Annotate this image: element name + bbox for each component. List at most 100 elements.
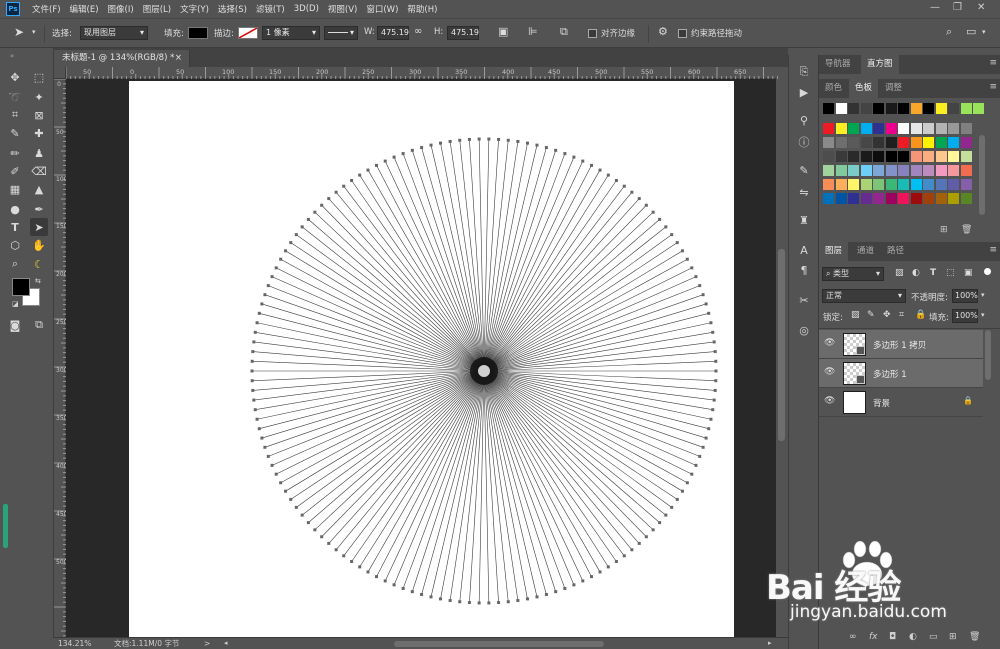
new-swatch-icon[interactable]: ⊞ xyxy=(940,225,948,235)
color-swatch[interactable] xyxy=(860,151,872,162)
clone-source-icon[interactable]: ♜ xyxy=(795,211,813,229)
color-swatch[interactable] xyxy=(898,193,909,204)
layer-name[interactable]: 背景 xyxy=(873,397,890,409)
color-swatch[interactable] xyxy=(935,137,947,148)
color-swatch[interactable] xyxy=(823,103,834,114)
color-swatch[interactable] xyxy=(885,193,897,204)
color-swatch[interactable] xyxy=(848,123,859,134)
color-swatch[interactable] xyxy=(898,179,909,190)
color-swatch[interactable] xyxy=(835,103,847,114)
banana-icon[interactable]: ☾ xyxy=(30,255,48,273)
menu-type[interactable]: 文字(Y) xyxy=(180,3,209,15)
color-swatch[interactable] xyxy=(860,179,872,190)
menu-select[interactable]: 选择(S) xyxy=(218,3,247,15)
color-swatch[interactable] xyxy=(860,103,872,114)
path-arrangement-icon[interactable]: ⧉ xyxy=(560,25,568,39)
color-swatch[interactable] xyxy=(848,151,859,162)
document-canvas[interactable] xyxy=(129,81,734,637)
search-icon[interactable]: ⌕ xyxy=(946,25,952,39)
filter-pixel-icon[interactable]: ▨ xyxy=(895,268,904,278)
color-swatch[interactable] xyxy=(923,137,934,148)
color-swatch[interactable] xyxy=(860,137,872,148)
color-swatch[interactable] xyxy=(948,165,959,176)
color-swatch[interactable] xyxy=(923,193,934,204)
color-swatch[interactable] xyxy=(973,103,984,114)
chevron-down-icon[interactable]: ▾ xyxy=(982,28,986,36)
quick-mask-icon[interactable]: ◙ xyxy=(6,316,24,334)
color-swatch[interactable] xyxy=(960,179,972,190)
layers-scrollbar[interactable] xyxy=(985,330,991,380)
color-swatch[interactable] xyxy=(935,193,947,204)
color-swatch[interactable] xyxy=(873,123,884,134)
filter-type-icon[interactable]: T xyxy=(930,268,936,278)
constrain-path-checkbox[interactable] xyxy=(678,29,687,38)
color-swatch[interactable] xyxy=(910,123,922,134)
color-swatch[interactable] xyxy=(873,137,884,148)
scrollbar-thumb[interactable] xyxy=(778,249,785,441)
dodge-tool-icon[interactable]: ● xyxy=(6,200,24,218)
color-swatch[interactable] xyxy=(835,165,847,176)
chevron-down-icon[interactable]: ▾ xyxy=(981,291,985,299)
collapse-toolbox-icon[interactable]: » xyxy=(10,52,14,60)
zoom-level[interactable]: 134.21% xyxy=(58,638,91,649)
close-tab-icon[interactable]: × xyxy=(175,50,182,67)
eye-icon[interactable]: 👁 xyxy=(824,396,835,406)
color-swatch[interactable] xyxy=(935,151,947,162)
gradient-tool-icon[interactable]: ▦ xyxy=(6,180,24,198)
scroll-left-icon[interactable]: ◂ xyxy=(224,638,228,649)
brush-presets-icon[interactable]: ⇋ xyxy=(795,183,813,201)
tab-navigator[interactable]: 导航器 xyxy=(819,55,857,74)
blend-mode-dropdown[interactable]: 正常 ▾ xyxy=(822,289,906,303)
stroke-width-field[interactable]: 1 像素 ▾ xyxy=(262,26,320,40)
color-swatch[interactable] xyxy=(910,193,922,204)
chevron-down-icon[interactable]: ▾ xyxy=(981,311,985,319)
healing-brush-icon[interactable]: ✚ xyxy=(30,124,48,142)
paragraph-icon[interactable]: ¶ xyxy=(795,261,813,279)
history-icon[interactable]: ⎘ xyxy=(795,63,813,81)
color-swatch[interactable] xyxy=(823,123,834,134)
lock-position-icon[interactable]: ✥ xyxy=(883,310,891,320)
color-swatch[interactable] xyxy=(848,179,859,190)
color-swatch[interactable] xyxy=(935,179,947,190)
move-tool-icon[interactable]: ✥ xyxy=(6,68,24,86)
color-swatch[interactable] xyxy=(848,165,859,176)
color-swatch[interactable] xyxy=(948,137,959,148)
minimize-button[interactable]: — xyxy=(930,2,940,13)
screen-mode-icon[interactable]: ⧉ xyxy=(30,316,48,334)
blur-tool-icon[interactable]: ▲ xyxy=(30,180,48,198)
height-field[interactable]: 475.19 xyxy=(447,26,479,40)
color-swatch[interactable] xyxy=(823,151,834,162)
color-swatch[interactable] xyxy=(898,137,909,148)
color-swatch[interactable] xyxy=(960,151,972,162)
color-swatch[interactable] xyxy=(898,165,909,176)
menu-3d[interactable]: 3D(D) xyxy=(294,4,319,14)
color-swatch[interactable] xyxy=(873,165,884,176)
color-swatch[interactable] xyxy=(923,103,934,114)
color-swatch[interactable] xyxy=(873,193,884,204)
menu-help[interactable]: 帮助(H) xyxy=(407,3,437,15)
color-swatch[interactable] xyxy=(935,123,947,134)
tab-paths[interactable]: 路径 xyxy=(881,242,910,261)
mask-icon[interactable]: ◘ xyxy=(889,632,896,642)
maximize-button[interactable]: ❐ xyxy=(953,2,962,13)
layer-row[interactable]: 👁 多边形 1 xyxy=(819,359,983,388)
frame-tool-icon[interactable]: ⊠ xyxy=(30,106,48,124)
canvas-workspace[interactable] xyxy=(66,79,776,637)
actions-play-icon[interactable]: ▶ xyxy=(795,83,813,101)
color-swatch[interactable] xyxy=(823,137,834,148)
panel-menu-icon[interactable]: ≡ xyxy=(989,58,997,68)
filter-adjustment-icon[interactable]: ◐ xyxy=(912,268,920,278)
lasso-tool-icon[interactable]: ➰ xyxy=(6,88,24,106)
color-swatch[interactable] xyxy=(873,151,884,162)
align-edges-checkbox[interactable] xyxy=(588,29,597,38)
filter-smart-object-icon[interactable]: ▣ xyxy=(964,268,973,278)
gear-icon[interactable]: ⚙ xyxy=(658,25,668,38)
tool-preset-chevron-icon[interactable]: ▾ xyxy=(32,28,36,36)
marquee-tool-icon[interactable]: ⬚ xyxy=(30,68,48,86)
stamp-tool-icon[interactable]: ♟ xyxy=(30,144,48,162)
color-swatch[interactable] xyxy=(923,123,934,134)
layer-row[interactable]: 👁 背景 🔒 xyxy=(819,388,983,417)
lock-transparent-icon[interactable]: ▨ xyxy=(851,310,860,320)
document-info[interactable]: 文档:1.11M/0 字节 xyxy=(114,638,179,649)
tools-icon[interactable]: ✂ xyxy=(795,291,813,309)
